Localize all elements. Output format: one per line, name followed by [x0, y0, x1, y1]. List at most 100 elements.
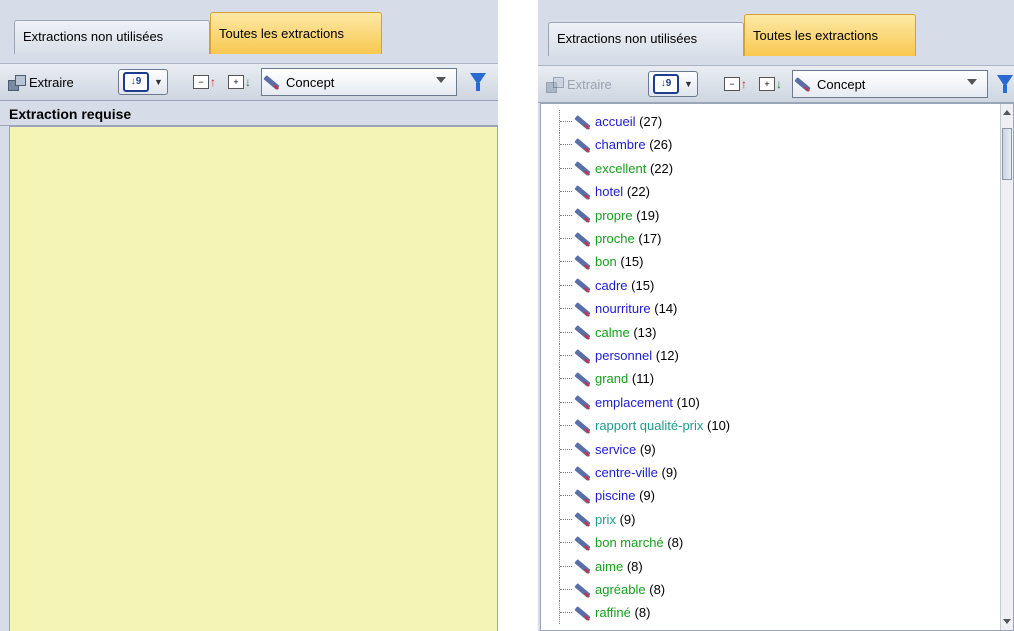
tree-item[interactable]: propre (19): [559, 203, 659, 227]
scroll-up-arrow-icon[interactable]: [1003, 110, 1011, 115]
concept-term: proche: [595, 231, 635, 246]
concept-icon: [573, 136, 591, 154]
tree-item[interactable]: agréable (8): [559, 578, 665, 601]
filter-icon[interactable]: [997, 75, 1013, 93]
tree-connector: [559, 554, 572, 578]
tree-item[interactable]: nourriture (14): [559, 297, 678, 321]
tree-connector: [559, 250, 572, 274]
concept-icon: [573, 300, 591, 318]
tab-strip: Extractions non utilisées Toutes les ext…: [538, 0, 1014, 60]
concept-type-select[interactable]: Concept: [792, 70, 988, 98]
concept-type-select[interactable]: Concept: [261, 68, 457, 96]
concept-icon: [573, 440, 591, 458]
concept-icon: [573, 370, 591, 388]
sort-dropdown-button[interactable]: ↓9 ▼: [118, 69, 168, 95]
toolbar: Extraire ↓9 ▼ − ↑ + ↓ Concept: [0, 63, 498, 101]
tree-connector: [559, 578, 572, 601]
concept-icon: [793, 75, 811, 93]
concept-term: rapport qualité-prix: [595, 418, 704, 434]
tree-item[interactable]: rapport qualité-prix (10): [559, 414, 730, 438]
concept-icon: [573, 253, 591, 271]
concept-select-label: Concept: [286, 74, 335, 90]
concept-count: (8): [626, 558, 643, 574]
concept-count: (12): [655, 348, 679, 363]
tab-all-extractions[interactable]: Toutes les extractions: [744, 14, 916, 56]
tree-connector: [559, 344, 572, 367]
concept-icon: [573, 417, 591, 435]
concept-icon: [573, 510, 591, 528]
extract-label: Extraire: [567, 76, 612, 92]
tree-item[interactable]: bon marché (8): [559, 531, 684, 555]
collapse-all-button[interactable]: − ↑: [724, 71, 747, 97]
tree-item[interactable]: service (9): [559, 437, 656, 461]
tree-connector: [559, 531, 572, 555]
concept-term: cadre: [595, 277, 628, 293]
tree-connector: [559, 156, 572, 180]
tree-item[interactable]: proche (17): [559, 227, 662, 250]
extract-button[interactable]: Extraire: [546, 71, 612, 97]
extract-button[interactable]: Extraire: [8, 69, 74, 95]
tree-connector: [559, 273, 572, 297]
concept-term: calme: [595, 324, 630, 340]
tab-all-extractions[interactable]: Toutes les extractions: [210, 12, 382, 54]
tree-connector: [559, 110, 572, 133]
concept-icon: [573, 464, 591, 482]
tree-item[interactable]: aime (8): [559, 554, 643, 578]
vertical-scrollbar[interactable]: [1000, 104, 1013, 630]
concept-icon: [573, 581, 591, 599]
concept-term: raffiné: [595, 605, 631, 621]
sort-dropdown-button[interactable]: ↓9 ▼: [648, 71, 698, 97]
concept-icon: [573, 487, 591, 505]
tree-item[interactable]: calme (13): [559, 320, 657, 344]
extract-icon: [546, 76, 564, 93]
tree-item[interactable]: emplacement (10): [559, 390, 700, 414]
filter-icon[interactable]: [470, 73, 486, 91]
expand-all-button[interactable]: + ↓: [228, 69, 251, 95]
concept-count: (9): [639, 441, 656, 457]
concept-icon: [573, 276, 591, 294]
concept-tree[interactable]: accueil (27) chambre (26) excellent (22) ho…: [540, 103, 1014, 631]
concept-count: (13): [633, 324, 657, 340]
scroll-down-arrow-icon[interactable]: [1003, 619, 1011, 624]
concept-icon: [573, 206, 591, 224]
concept-term: emplacement: [595, 394, 674, 410]
tree-item[interactable]: personnel (12): [559, 344, 679, 367]
tree-item[interactable]: centre-ville (9): [559, 461, 677, 484]
concept-term: agréable: [595, 582, 646, 597]
tree-item[interactable]: prix (9): [559, 507, 635, 531]
tab-unused-extractions[interactable]: Extractions non utilisées: [548, 22, 744, 56]
tree-item[interactable]: raffiné (8): [559, 601, 650, 625]
required-extraction-area[interactable]: [9, 126, 498, 631]
expand-all-button[interactable]: + ↓: [759, 71, 782, 97]
tree-item[interactable]: grand (11): [559, 367, 654, 391]
toolbar: Extraire ↓9 ▼ − ↑ + ↓ Concept: [538, 65, 1014, 103]
scrollbar-thumb[interactable]: [1002, 128, 1012, 180]
collapse-all-button[interactable]: − ↑: [193, 69, 216, 95]
dropdown-arrow-icon: [436, 77, 446, 83]
tree-connector: [559, 461, 572, 484]
tree-item[interactable]: cadre (15): [559, 273, 655, 297]
concept-count: (26): [649, 137, 673, 153]
concept-count: (8): [667, 535, 684, 551]
tab-unused-extractions[interactable]: Extractions non utilisées: [14, 20, 210, 54]
concept-count: (14): [654, 301, 678, 317]
tree-item[interactable]: excellent (22): [559, 156, 673, 180]
tree-item[interactable]: hotel (22): [559, 180, 650, 204]
concept-term: hotel: [595, 184, 624, 200]
concept-icon: [573, 557, 591, 575]
concept-term: service: [595, 441, 637, 457]
concept-term: grand: [595, 371, 629, 387]
concept-term: prix: [595, 511, 616, 527]
tree-item[interactable]: accueil (27): [559, 110, 662, 133]
concept-count: (17): [638, 231, 662, 246]
collapse-icon: −: [193, 75, 209, 89]
tree-item[interactable]: bon (15): [559, 250, 644, 274]
tree-connector: [559, 484, 572, 508]
required-extraction-header: Extraction requise: [0, 102, 498, 126]
extract-label: Extraire: [29, 74, 74, 90]
tree-connector: [559, 320, 572, 344]
tree-item[interactable]: piscine (9): [559, 484, 655, 508]
concept-count: (15): [631, 277, 655, 293]
tree-item[interactable]: chambre (26): [559, 133, 673, 157]
concept-count: (15): [620, 254, 644, 270]
